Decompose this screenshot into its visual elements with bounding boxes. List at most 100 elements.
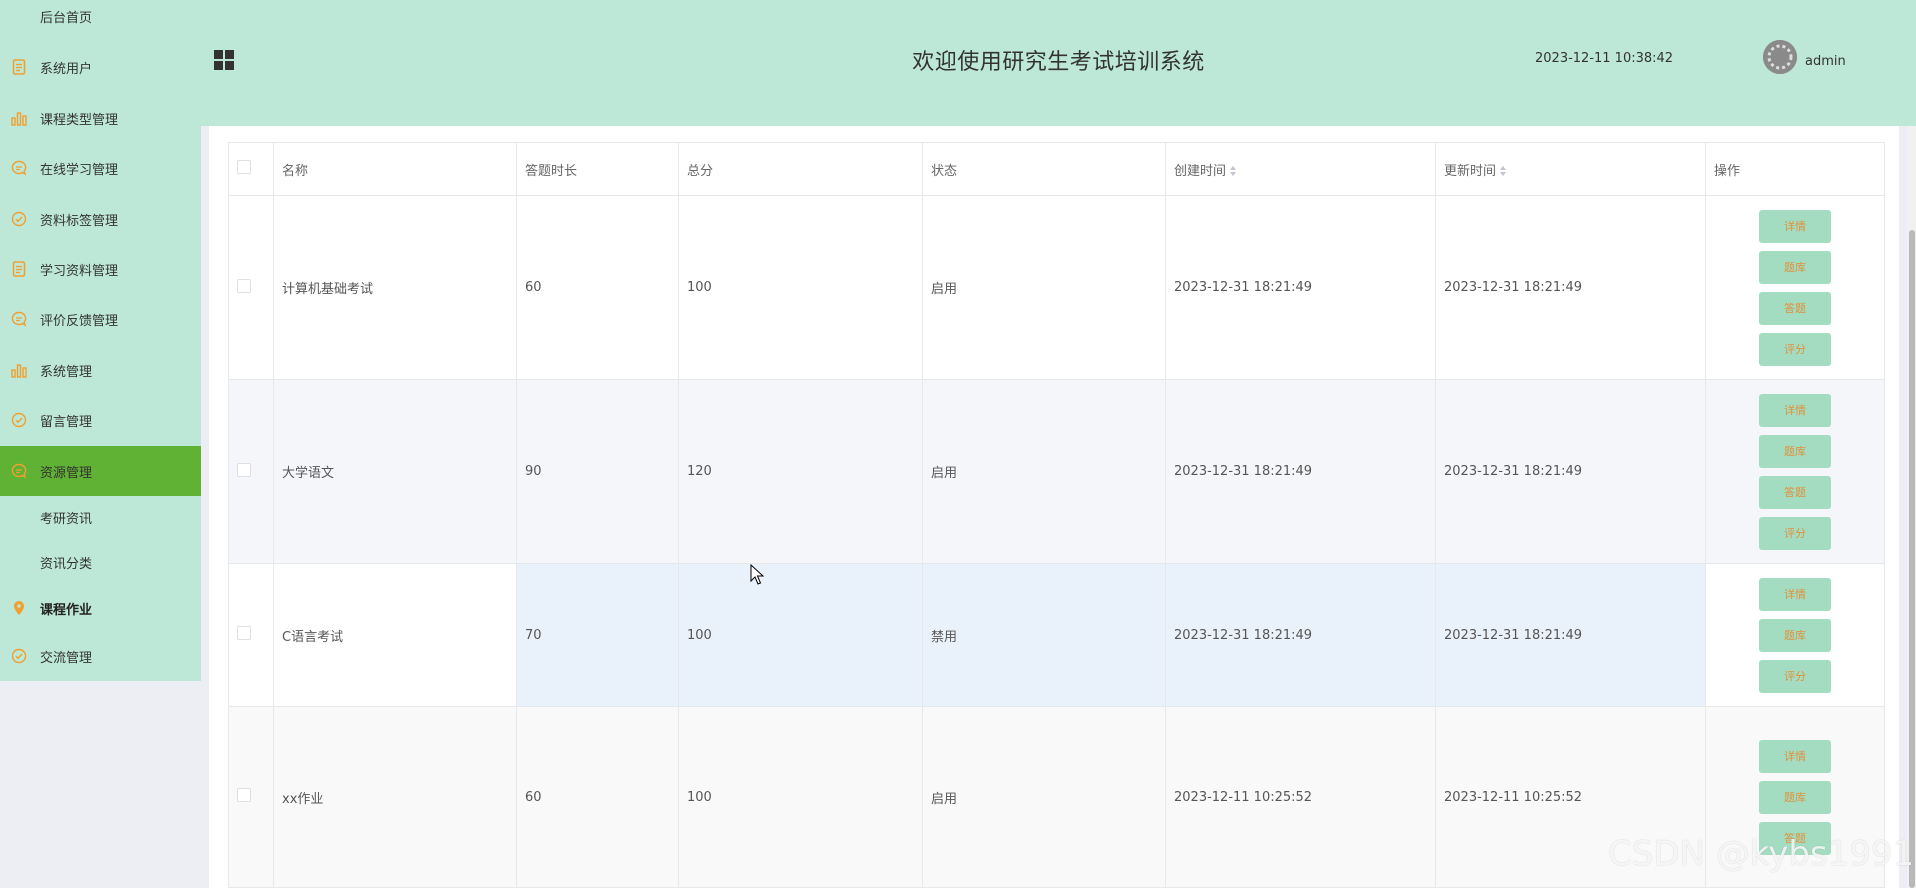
cell-name: xx作业 — [273, 706, 517, 888]
column-header-name: 名称 — [273, 142, 517, 196]
sidebar-item-label: 资讯分类 — [40, 556, 93, 572]
detail-button[interactable]: 详情 — [1759, 739, 1831, 773]
question-bank-button[interactable]: 题库 — [1759, 780, 1831, 814]
select-all-cell — [228, 142, 274, 196]
row-checkbox[interactable] — [237, 278, 251, 293]
detail-button[interactable]: 详情 — [1759, 577, 1831, 611]
row-select-cell — [228, 563, 274, 707]
watermark: CSDN @kybs1991 — [1608, 834, 1915, 874]
column-header-actions: 操作 — [1705, 142, 1885, 196]
table-row[interactable]: 大学语文 90 120 启用 2023-12-31 18:21:49 2023-… — [228, 379, 1885, 564]
row-checkbox[interactable] — [237, 462, 251, 477]
sidebar-item-label: 资源管理 — [40, 465, 93, 481]
sidebar-item-label: 考研资讯 — [40, 511, 93, 527]
sidebar-item-communication[interactable]: 交流管理 — [0, 642, 201, 670]
cell-status: 启用 — [922, 195, 1166, 380]
sidebar-item-feedback[interactable]: 评价反馈管理 — [0, 305, 201, 333]
cell-score: 120 — [678, 379, 923, 564]
sidebar-subitem-exam-news[interactable]: 考研资讯 — [0, 503, 201, 531]
sidebar-item-label: 资料标签管理 — [40, 213, 119, 229]
cell-score: 100 — [678, 563, 923, 707]
sidebar-item-label: 评价反馈管理 — [40, 313, 119, 329]
column-header-updated[interactable]: 更新时间 — [1435, 142, 1706, 196]
sidebar-subitem-news-category[interactable]: 资讯分类 — [0, 548, 201, 576]
chat-bubble-icon — [11, 463, 27, 479]
sidebar-item-home[interactable]: 后台首页 — [0, 4, 201, 28]
grade-button[interactable]: 评分 — [1759, 659, 1831, 693]
answer-button[interactable]: 答题 — [1759, 475, 1831, 509]
cell-updated: 2023-12-31 18:21:49 — [1435, 563, 1706, 707]
question-bank-button[interactable]: 题库 — [1759, 434, 1831, 468]
document-icon — [11, 261, 27, 277]
question-bank-button[interactable]: 题库 — [1759, 250, 1831, 284]
cell-duration: 60 — [516, 195, 679, 380]
row-select-cell — [228, 195, 274, 380]
cell-actions: 详情 题库 评分 — [1705, 563, 1885, 707]
cell-name: 计算机基础考试 — [273, 195, 517, 380]
check-circle-icon — [11, 648, 27, 664]
cell-name: 大学语文 — [273, 379, 517, 564]
cell-actions: 详情 题库 答题 评分 — [1705, 379, 1885, 564]
cell-duration: 90 — [516, 379, 679, 564]
scrollbar-thumb[interactable] — [1909, 230, 1915, 888]
sort-icon[interactable] — [1230, 166, 1237, 176]
sidebar-item-study-materials[interactable]: 学习资料管理 — [0, 255, 201, 283]
row-checkbox[interactable] — [237, 626, 251, 640]
cell-duration: 70 — [516, 563, 679, 707]
check-circle-icon — [11, 412, 27, 428]
sidebar-item-course-type[interactable]: 课程类型管理 — [0, 104, 201, 132]
sidebar-item-system-management[interactable]: 系统管理 — [0, 356, 201, 384]
column-header-label: 创建时间 — [1174, 163, 1227, 179]
column-header-status: 状态 — [922, 142, 1166, 196]
sort-icon[interactable] — [1500, 166, 1507, 176]
detail-button[interactable]: 详情 — [1759, 209, 1831, 243]
sidebar-item-label: 后台首页 — [40, 10, 93, 26]
row-checkbox[interactable] — [237, 788, 251, 802]
username[interactable]: admin — [1805, 54, 1846, 69]
cell-score: 100 — [678, 195, 923, 380]
cell-name: C语言考试 — [273, 563, 517, 707]
cell-score: 100 — [678, 706, 923, 888]
table-row[interactable]: C语言考试 70 100 禁用 2023-12-31 18:21:49 2023… — [228, 563, 1885, 707]
column-header-score: 总分 — [678, 142, 923, 196]
table-row[interactable]: 计算机基础考试 60 100 启用 2023-12-31 18:21:49 20… — [228, 195, 1885, 380]
bar-chart-icon — [11, 110, 27, 126]
cell-status: 启用 — [922, 379, 1166, 564]
chat-bubble-icon — [11, 160, 27, 176]
column-header-label: 更新时间 — [1444, 163, 1497, 179]
sidebar-item-course-homework[interactable]: 课程作业 — [0, 594, 201, 622]
sidebar-item-label: 系统管理 — [40, 364, 93, 380]
cell-created: 2023-12-31 18:21:49 — [1165, 563, 1436, 707]
cell-created: 2023-12-31 18:21:49 — [1165, 195, 1436, 380]
grade-button[interactable]: 评分 — [1759, 516, 1831, 550]
sidebar-item-material-tags[interactable]: 资料标签管理 — [0, 205, 201, 233]
sidebar-item-system-users[interactable]: 系统用户 — [0, 53, 201, 81]
cell-updated: 2023-12-31 18:21:49 — [1435, 379, 1706, 564]
sidebar-item-online-learning[interactable]: 在线学习管理 — [0, 154, 201, 182]
table-header-row: 名称 答题时长 总分 状态 创建时间 更新时间 操作 — [228, 142, 1885, 196]
sidebar-item-messages[interactable]: 留言管理 — [0, 406, 201, 434]
detail-button[interactable]: 详情 — [1759, 393, 1831, 427]
avatar[interactable] — [1763, 40, 1797, 74]
grade-button[interactable]: 评分 — [1759, 332, 1831, 366]
sidebar-item-label: 在线学习管理 — [40, 162, 119, 178]
cell-status: 禁用 — [922, 563, 1166, 707]
sidebar-item-resources[interactable]: 资源管理 — [0, 446, 201, 496]
sidebar-item-label: 留言管理 — [40, 414, 93, 430]
cell-updated: 2023-12-31 18:21:49 — [1435, 195, 1706, 380]
question-bank-button[interactable]: 题库 — [1759, 618, 1831, 652]
cell-duration: 60 — [516, 706, 679, 888]
select-all-checkbox[interactable] — [237, 160, 251, 174]
sidebar-item-label: 交流管理 — [40, 650, 93, 666]
cell-created: 2023-12-11 10:25:52 — [1165, 706, 1436, 888]
column-header-duration: 答题时长 — [516, 142, 679, 196]
chat-bubble-icon — [11, 311, 27, 327]
row-select-cell — [228, 379, 274, 564]
sidebar-item-label: 课程作业 — [40, 602, 93, 618]
bar-chart-icon — [11, 362, 27, 378]
row-select-cell — [228, 706, 274, 888]
cell-status: 启用 — [922, 706, 1166, 888]
column-header-created[interactable]: 创建时间 — [1165, 142, 1436, 196]
answer-button[interactable]: 答题 — [1759, 291, 1831, 325]
cell-actions: 详情 题库 答题 评分 — [1705, 195, 1885, 380]
